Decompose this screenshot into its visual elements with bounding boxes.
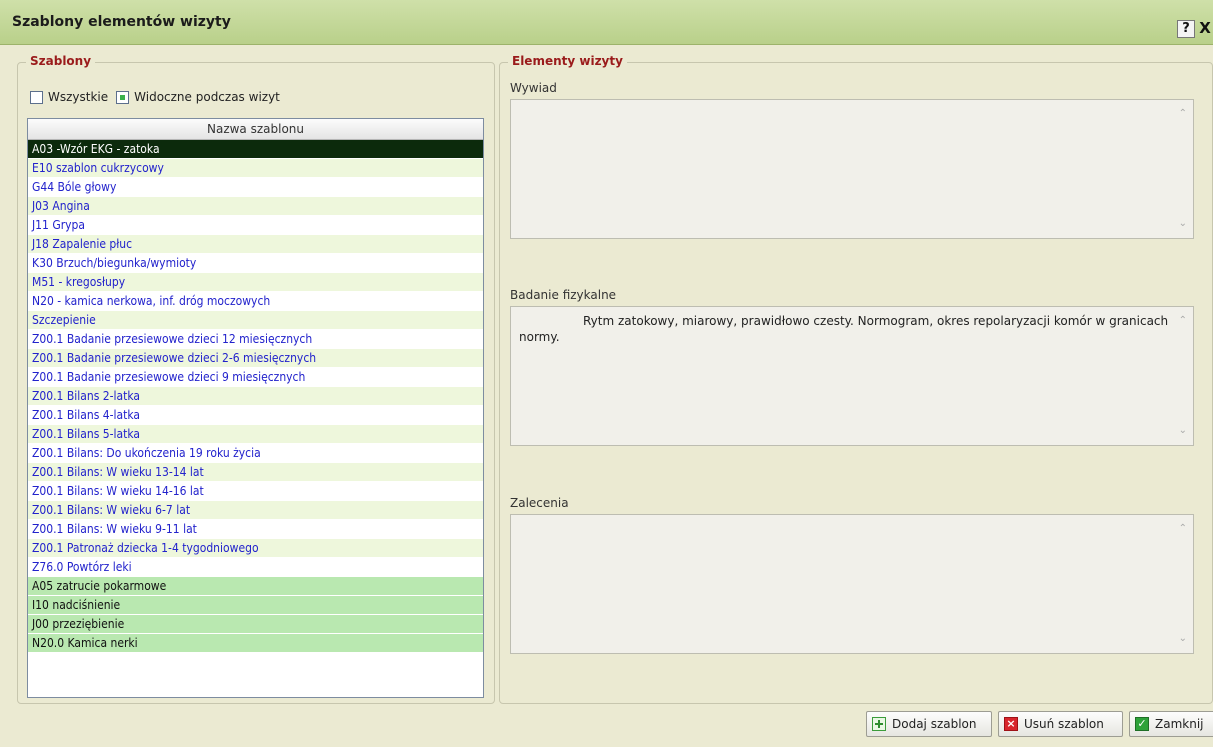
table-row[interactable]: Z00.1 Bilans: W wieku 13-14 lat	[28, 463, 483, 482]
templates-group: Szablony Wszystkie Widoczne podczas wizy…	[17, 54, 495, 704]
table-row[interactable]: K30 Brzuch/biegunka/wymioty	[28, 254, 483, 273]
title-bar: Szablony elementów wizyty ? X	[0, 0, 1213, 45]
table-row[interactable]: N20.0 Kamica nerki	[28, 634, 483, 653]
delete-template-button[interactable]: × Usuń szablon	[998, 711, 1123, 737]
table-row[interactable]: J00 przeziębienie	[28, 615, 483, 634]
table-row[interactable]: I10 nadciśnienie	[28, 596, 483, 615]
close-label: Zamknij	[1155, 717, 1204, 731]
delete-template-label: Usuń szablon	[1024, 717, 1104, 731]
table-row[interactable]: Z00.1 Bilans: W wieku 9-11 lat	[28, 520, 483, 539]
table-row[interactable]: Z76.0 Powtórz leki	[28, 558, 483, 577]
visit-elements-group: Elementy wizyty Wywiad ⌃ ⌄ Badanie fizyk…	[499, 54, 1213, 704]
visit-elements-legend: Elementy wizyty	[508, 54, 627, 68]
recommendations-textarea[interactable]: ⌃ ⌄	[510, 514, 1194, 654]
filter-bar: Wszystkie Widoczne podczas wizyt	[30, 89, 288, 105]
checkmark-icon: ✓	[1135, 717, 1149, 731]
plus-icon	[872, 717, 886, 731]
templates-dialog: Szablony elementów wizyty ? X Szablony W…	[0, 0, 1213, 747]
interview-label: Wywiad	[510, 81, 557, 95]
table-row[interactable]: A05 zatrucie pokarmowe	[28, 577, 483, 596]
table-row[interactable]: Z00.1 Bilans: Do ukończenia 19 roku życi…	[28, 444, 483, 463]
table-row[interactable]: G44 Bóle głowy	[28, 178, 483, 197]
table-row[interactable]: A03 -Wzór EKG - zatoka	[28, 140, 483, 159]
scroll-down-icon[interactable]: ⌄	[1179, 216, 1187, 232]
templates-table: Nazwa szablonu A03 -Wzór EKG - zatoka E10…	[27, 118, 484, 698]
table-row[interactable]: E10 szablon cukrzycowy	[28, 159, 483, 178]
table-row[interactable]: Szczepienie	[28, 311, 483, 330]
templates-legend: Szablony	[26, 54, 96, 68]
table-row[interactable]: Z00.1 Badanie przesiewowe dzieci 9 miesi…	[28, 368, 483, 387]
table-row[interactable]: M51 - kregosłupy	[28, 273, 483, 292]
physical-exam-textarea[interactable]: Rytm zatokowy, miarowy, prawidłowo czest…	[510, 306, 1194, 446]
table-row[interactable]: Z00.1 Bilans 2-latka	[28, 387, 483, 406]
scroll-up-icon[interactable]: ⌃	[1179, 521, 1187, 537]
filter-visible-checkbox[interactable]	[116, 90, 130, 104]
scroll-down-icon[interactable]: ⌄	[1179, 631, 1187, 647]
filter-visible-label[interactable]: Widoczne podczas wizyt	[134, 90, 280, 104]
column-header-template-name[interactable]: Nazwa szablonu	[28, 119, 483, 140]
physical-exam-text: Rytm zatokowy, miarowy, prawidłowo czest…	[519, 314, 1169, 344]
window-title: Szablony elementów wizyty	[12, 14, 231, 30]
help-button[interactable]: ?	[1177, 20, 1195, 38]
filter-all-checkbox[interactable]	[30, 90, 43, 104]
add-template-label: Dodaj szablon	[892, 717, 977, 731]
table-row[interactable]: J11 Grypa	[28, 216, 483, 235]
delete-icon: ×	[1004, 717, 1018, 731]
physical-exam-label: Badanie fizykalne	[510, 288, 617, 302]
table-row[interactable]: Z00.1 Patronaż dziecka 1-4 tygodniowego	[28, 539, 483, 558]
table-row[interactable]: Z00.1 Badanie przesiewowe dzieci 2-6 mie…	[28, 349, 483, 368]
table-row[interactable]: N20 - kamica nerkowa, inf. dróg moczowyc…	[28, 292, 483, 311]
scroll-up-icon[interactable]: ⌃	[1179, 106, 1187, 122]
recommendations-label: Zalecenia	[510, 496, 569, 510]
table-row[interactable]: Z00.1 Bilans 4-latka	[28, 406, 483, 425]
table-row[interactable]: Z00.1 Badanie przesiewowe dzieci 12 mies…	[28, 330, 483, 349]
table-row[interactable]: J18 Zapalenie płuc	[28, 235, 483, 254]
table-row[interactable]: Z00.1 Bilans: W wieku 14-16 lat	[28, 482, 483, 501]
filter-all-label[interactable]: Wszystkie	[48, 90, 108, 104]
table-row[interactable]: J03 Angina	[28, 197, 483, 216]
scroll-up-icon[interactable]: ⌃	[1179, 313, 1187, 329]
interview-textarea[interactable]: ⌃ ⌄	[510, 99, 1194, 239]
templates-list: A03 -Wzór EKG - zatoka E10 szablon cukrzy…	[28, 140, 483, 653]
close-window-button[interactable]: X	[1197, 20, 1213, 36]
add-template-button[interactable]: Dodaj szablon	[866, 711, 992, 737]
close-button[interactable]: ✓ Zamknij	[1129, 711, 1213, 737]
table-row[interactable]: Z00.1 Bilans 5-latka	[28, 425, 483, 444]
table-row[interactable]: Z00.1 Bilans: W wieku 6-7 lat	[28, 501, 483, 520]
scroll-down-icon[interactable]: ⌄	[1179, 423, 1187, 439]
